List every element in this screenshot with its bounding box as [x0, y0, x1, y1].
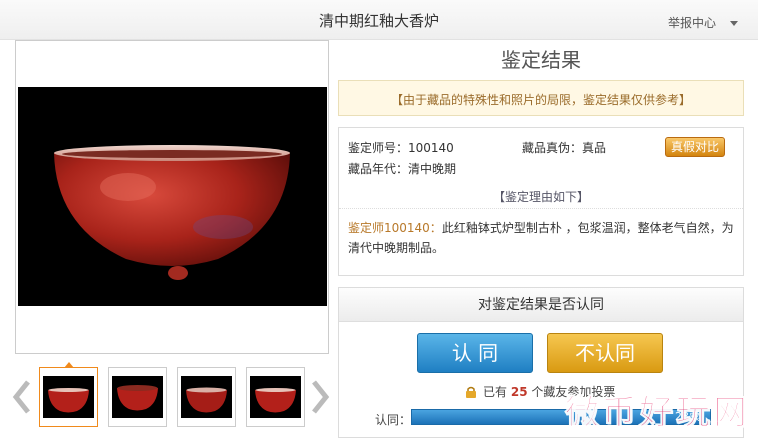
report-center-menu[interactable]: 举报中心 — [668, 14, 738, 31]
thumbnail-1[interactable] — [39, 362, 98, 427]
reason-text: 鉴定师100140：此红釉钵式炉型制古朴 ，包浆温润，整体老气自然，为清代中晚期… — [348, 218, 738, 258]
report-center-label: 举报中心 — [667, 16, 716, 30]
page-title: 清中期红釉大香炉 — [318, 12, 439, 30]
site-watermark: 微币好玩网 — [565, 393, 750, 434]
thumbnail-strip — [10, 362, 332, 430]
disagree-button[interactable]: 不认同 — [547, 333, 663, 373]
censer-image — [54, 145, 290, 280]
header-bar: 清中期红釉大香炉 举报中心 — [0, 0, 758, 40]
thumbnail-image — [48, 388, 89, 413]
thumbnail-image — [255, 388, 296, 413]
compare-button[interactable]: 真假对比 — [665, 137, 725, 157]
thumbnail-image — [186, 387, 227, 413]
thumbnail-3[interactable] — [177, 367, 236, 427]
reason-author: 鉴定师100140： — [348, 221, 442, 235]
thumbnail-image — [117, 385, 158, 411]
agree-button[interactable]: 认 同 — [417, 333, 533, 373]
thumbnail-4[interactable] — [246, 367, 305, 427]
era-value: 藏品年代：清中晚期 — [348, 162, 457, 176]
lock-icon — [465, 386, 477, 398]
vote-heading: 对鉴定结果是否认同 — [339, 288, 743, 322]
result-title: 鉴定结果 — [501, 48, 581, 72]
appraiser-id: 鉴定师号：100140 — [348, 141, 454, 155]
voted-count: 25 — [510, 385, 528, 399]
main-photo-frame — [15, 40, 329, 354]
appraisal-info-box: 鉴定师号：100140 藏品真伪：真品 真假对比 藏品年代：清中晚期 【鉴定理由… — [338, 127, 744, 276]
main-photo[interactable] — [18, 87, 327, 306]
thumbnail-2[interactable] — [108, 367, 167, 427]
divider — [339, 208, 743, 209]
reason-heading: 【鉴定理由如下】 — [492, 190, 589, 204]
disclaimer-notice: 【由于藏品的特殊性和照片的局限，鉴定结果仅供参考】 — [338, 80, 744, 116]
agree-label: 认同： — [375, 413, 412, 427]
next-arrow-icon[interactable] — [310, 380, 330, 414]
voted-prefix: 已有 — [483, 385, 508, 399]
chevron-down-icon — [730, 21, 738, 26]
authenticity-value: 藏品真伪：真品 — [522, 141, 607, 155]
prev-arrow-icon[interactable] — [12, 380, 32, 414]
